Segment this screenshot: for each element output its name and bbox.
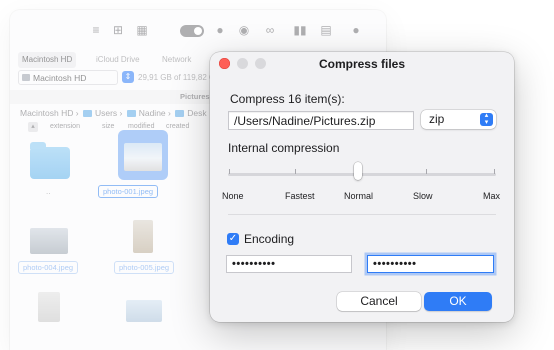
binoculars-icon[interactable]: ∞ [262,23,278,37]
breadcrumb-item[interactable]: Nadine [139,108,166,118]
drive-selector[interactable]: Macintosh HD [18,70,118,85]
slider-tick [295,169,296,174]
item-name[interactable]: photo-004.jpeg [18,261,79,274]
dialog-title: Compress files [318,57,406,71]
breadcrumb: Macintosh HD › Users › Nadine › Desk [20,108,207,118]
toggle-icon[interactable] [180,25,204,37]
sort-toggle[interactable]: ▴ [28,122,38,132]
chevron-updown-icon[interactable]: ⇕ [122,71,134,83]
archive-icon[interactable]: ▤ [318,23,334,37]
chevron-updown-icon: ▴ ▾ [480,112,493,126]
folder-icon [175,110,185,118]
info-icon[interactable]: ● [212,23,228,37]
grid-icon[interactable]: ▦ [134,23,150,37]
divider [228,214,496,215]
slider-tick [229,169,230,174]
slider-tick [494,169,495,174]
compression-label: Internal compression [228,141,340,155]
breadcrumb-item[interactable]: Desk [187,108,206,118]
photo-thumbnail[interactable] [30,228,68,254]
compression-slider[interactable] [228,173,496,176]
info-circle-icon[interactable]: ● [348,23,364,37]
password-field[interactable]: •••••••••• [226,255,352,273]
level-normal: Normal [344,191,374,201]
breadcrumb-item[interactable]: Macintosh HD [20,108,73,118]
cancel-button[interactable]: Cancel [337,292,421,311]
folder-icon [126,110,136,118]
eye-icon[interactable]: ◉ [236,23,252,37]
password-confirm-field[interactable]: •••••••••• [367,255,494,273]
panes-icon[interactable]: ▮▮ [292,23,308,37]
slider-knob[interactable] [354,162,362,180]
photo-thumbnail[interactable] [126,300,162,322]
compress-count-label: Compress 16 item(s): [230,92,345,106]
photo-thumbnail[interactable] [124,143,162,171]
toolbar: ≡ ⊞ ▦ ● ◉ ∞ ▮▮ ▤ ● [10,10,386,50]
format-select-value: zip [429,112,445,126]
drive-bar: Macintosh HD ⇕ 29,91 GB of 119,82 GB fr [18,70,238,86]
encoding-checkbox[interactable]: ✓ [227,233,239,245]
ok-button[interactable]: OK [424,292,492,311]
column-size[interactable]: size [102,123,114,130]
breadcrumb-item[interactable]: Users [95,108,117,118]
column-extension[interactable]: extension [50,123,80,130]
item-name[interactable]: photo-005.jpeg [114,261,175,274]
level-max: Max [483,191,501,201]
item-name: .. [46,187,51,196]
archive-path-field[interactable]: /Users/Nadine/Pictures.zip [228,111,414,130]
level-fastest: Fastest [285,191,315,201]
list-icon[interactable]: ≡ [88,23,104,37]
column-created[interactable]: created [166,123,189,130]
photo-thumbnail[interactable] [133,220,153,253]
level-none: None [222,191,244,201]
compress-dialog: Compress files Compress 16 item(s): /Use… [210,52,514,322]
tab-icloud-drive[interactable]: iCloud Drive [92,52,144,68]
parent-folder-icon[interactable] [30,142,70,179]
tab-macintosh-hd[interactable]: Macintosh HD [18,52,77,68]
item-name-selected[interactable]: photo-001.jpeg [98,185,159,198]
level-slow: Slow [413,191,433,201]
slider-tick [426,169,427,174]
columns-icon[interactable]: ⊞ [110,23,126,37]
title-bar: Compress files [210,52,514,74]
column-modified[interactable]: modified [128,123,154,130]
encoding-label: Encoding [244,232,295,246]
format-select[interactable]: zip ▴ ▾ [421,110,496,129]
tab-network[interactable]: Network [158,52,195,68]
photo-thumbnail[interactable] [38,292,60,322]
folder-icon [82,110,92,118]
